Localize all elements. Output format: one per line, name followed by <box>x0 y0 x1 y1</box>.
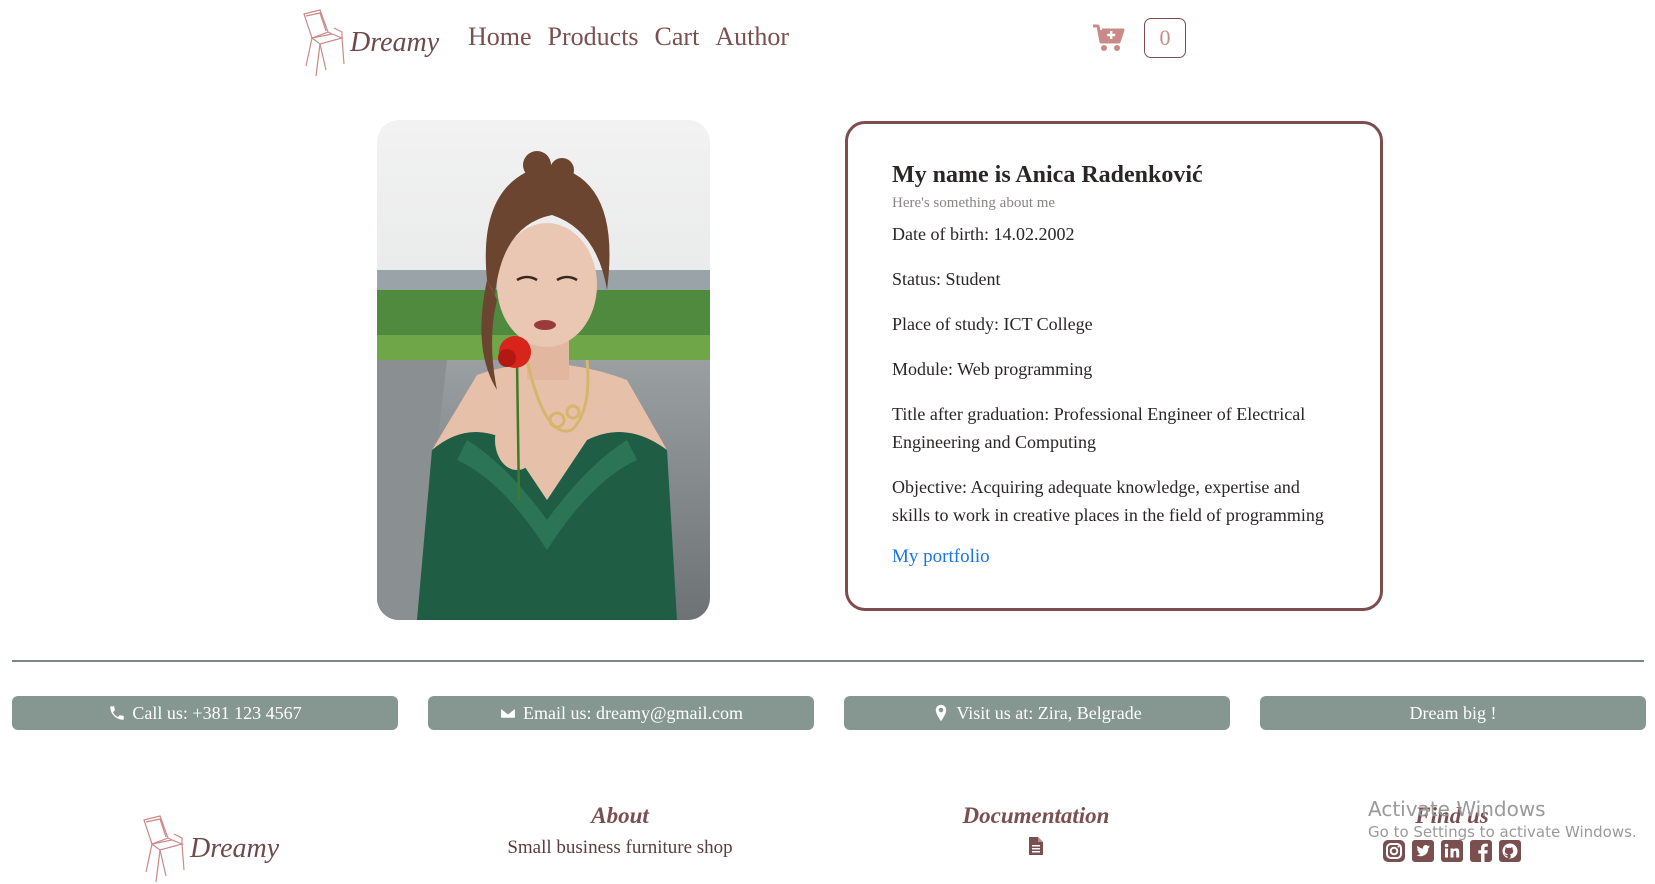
nav-products-link[interactable]: Products <box>548 22 639 52</box>
call-us-button[interactable]: Call us: +381 123 4567 <box>12 696 398 730</box>
map-marker-icon <box>936 704 947 722</box>
author-info-card: My name is Anica Radenković Here's somet… <box>845 121 1383 611</box>
cart-icon[interactable] <box>1093 24 1125 52</box>
nav-home-link[interactable]: Home <box>468 22 532 52</box>
social-links <box>1352 839 1552 863</box>
visit-us-label: Visit us at: Zira, Belgrade <box>956 702 1142 723</box>
author-photo <box>377 120 710 620</box>
cart-count-badge[interactable]: 0 <box>1144 18 1186 58</box>
footer-about-title: About <box>591 803 649 828</box>
main-nav: Home Products Cart Author <box>468 22 789 52</box>
visit-us-button[interactable]: Visit us at: Zira, Belgrade <box>844 696 1230 730</box>
chair-logo-icon <box>143 815 185 883</box>
linkedin-icon[interactable] <box>1440 839 1464 863</box>
detail-module: Module: Web programming <box>892 359 1093 379</box>
footer-find-us-title: Find us <box>1415 803 1489 828</box>
twitter-icon[interactable] <box>1411 839 1435 863</box>
footer-about-text: Small business furniture shop <box>507 837 733 858</box>
detail-birth-date: Date of birth: 14.02.2002 <box>892 224 1075 244</box>
section-divider <box>12 660 1644 662</box>
footer-logo-text: Dreamy <box>190 833 280 864</box>
email-us-button[interactable]: Email us: dreamy@gmail.com <box>428 696 814 730</box>
chair-logo-icon <box>303 9 345 77</box>
footer-logo[interactable]: Dreamy <box>138 814 279 884</box>
footer-about: About Small business furniture shop <box>480 803 760 859</box>
author-name: My name is Anica Radenković <box>892 162 1203 188</box>
dream-big-label: Dream big ! <box>1409 702 1497 723</box>
detail-place-of-study: Place of study: ICT College <box>892 314 1093 334</box>
github-icon[interactable] <box>1498 839 1522 863</box>
dream-big-button[interactable]: Dream big ! <box>1260 696 1646 730</box>
phone-icon <box>110 706 125 720</box>
author-subtitle: Here's something about me <box>892 195 1056 211</box>
facebook-icon[interactable] <box>1469 839 1493 863</box>
nav-author-link[interactable]: Author <box>715 22 789 52</box>
detail-objective: Objective: Acquiring adequate knowledge,… <box>892 477 1324 525</box>
detail-title: Title after graduation: Professional Eng… <box>892 404 1306 452</box>
logo-text: Dreamy <box>350 27 440 58</box>
nav-cart-link[interactable]: Cart <box>655 22 700 52</box>
instagram-icon[interactable] <box>1382 839 1406 863</box>
document-icon[interactable] <box>1029 837 1043 855</box>
footer-find-us: Find us <box>1352 803 1552 863</box>
detail-status: Status: Student <box>892 269 1001 289</box>
portfolio-link[interactable]: My portfolio <box>892 546 990 567</box>
call-us-label: Call us: +381 123 4567 <box>132 702 302 723</box>
footer-documentation-title: Documentation <box>962 803 1110 828</box>
brand-logo[interactable]: Dreamy <box>298 8 439 78</box>
email-us-label: Email us: dreamy@gmail.com <box>522 702 744 723</box>
envelope-icon <box>499 707 517 719</box>
footer-documentation: Documentation <box>930 803 1142 855</box>
